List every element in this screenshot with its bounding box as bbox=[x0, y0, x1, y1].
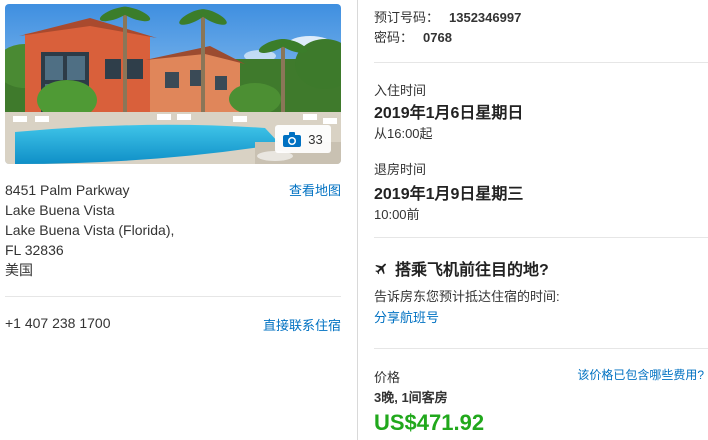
hotel-info-panel: 33 8451 Palm Parkway Lake Buena Vista La… bbox=[0, 0, 357, 440]
view-map-link[interactable]: 查看地图 bbox=[289, 180, 341, 199]
nights-rooms: 3晚, 1间客房 bbox=[374, 390, 448, 405]
divider bbox=[374, 237, 708, 238]
airplane-icon bbox=[375, 263, 386, 274]
checkin-date: 2019年1月6日星期日 bbox=[374, 105, 524, 122]
address-line: FL 32836 bbox=[5, 242, 64, 258]
address-line: Lake Buena Vista (Florida), bbox=[5, 222, 175, 238]
confirmation-number: 1352346997 bbox=[449, 10, 522, 25]
checkout-label: 退房时间 bbox=[374, 162, 427, 177]
checkout-time: 10:00前 bbox=[374, 207, 420, 222]
flight-title-text: 搭乘飞机前往目的地? bbox=[395, 262, 549, 279]
photo-count: 33 bbox=[308, 131, 323, 147]
divider bbox=[374, 348, 708, 349]
booking-details-panel: 预订号码： 1352346997 密码： 0768 入住时间 2019年1月6日星期… bbox=[358, 0, 708, 440]
flight-section-title: 搭乘飞机前往目的地? bbox=[374, 256, 549, 280]
total-price: US$471.92 bbox=[374, 410, 485, 435]
checkin-label: 入住时间 bbox=[374, 83, 427, 98]
hotel-address: 8451 Palm Parkway Lake Buena Vista Lake … bbox=[5, 180, 174, 280]
share-flight-number-link[interactable]: 分享航班号 bbox=[374, 307, 439, 326]
address-line: Lake Buena Vista bbox=[5, 202, 115, 218]
confirmation-number-row: 预订号码： 1352346997 bbox=[374, 7, 521, 26]
camera-icon bbox=[283, 131, 302, 147]
flight-description: 告诉房东您预计抵达住宿的时间: bbox=[374, 289, 560, 304]
address-line: 美国 bbox=[5, 262, 33, 278]
contact-property-link[interactable]: 直接联系住宿 bbox=[263, 315, 341, 334]
pin-row: 密码： 0768 bbox=[374, 27, 452, 46]
address-line: 8451 Palm Parkway bbox=[5, 182, 130, 198]
hotel-phone: +1 407 238 1700 bbox=[5, 315, 111, 331]
checkout-date: 2019年1月9日星期三 bbox=[374, 186, 524, 203]
price-includes-link[interactable]: 该价格已包含哪些费用? bbox=[577, 366, 704, 383]
pin-label: 密码： bbox=[374, 30, 414, 45]
confirmation-label: 预订号码： bbox=[374, 10, 440, 25]
price-label: 价格 bbox=[374, 370, 401, 385]
checkin-time: 从16:00起 bbox=[374, 126, 433, 141]
hotel-photo[interactable]: 33 bbox=[5, 4, 341, 164]
divider bbox=[374, 62, 708, 63]
pin-code: 0768 bbox=[423, 30, 452, 45]
divider bbox=[5, 296, 341, 297]
photo-count-badge[interactable]: 33 bbox=[275, 125, 331, 153]
